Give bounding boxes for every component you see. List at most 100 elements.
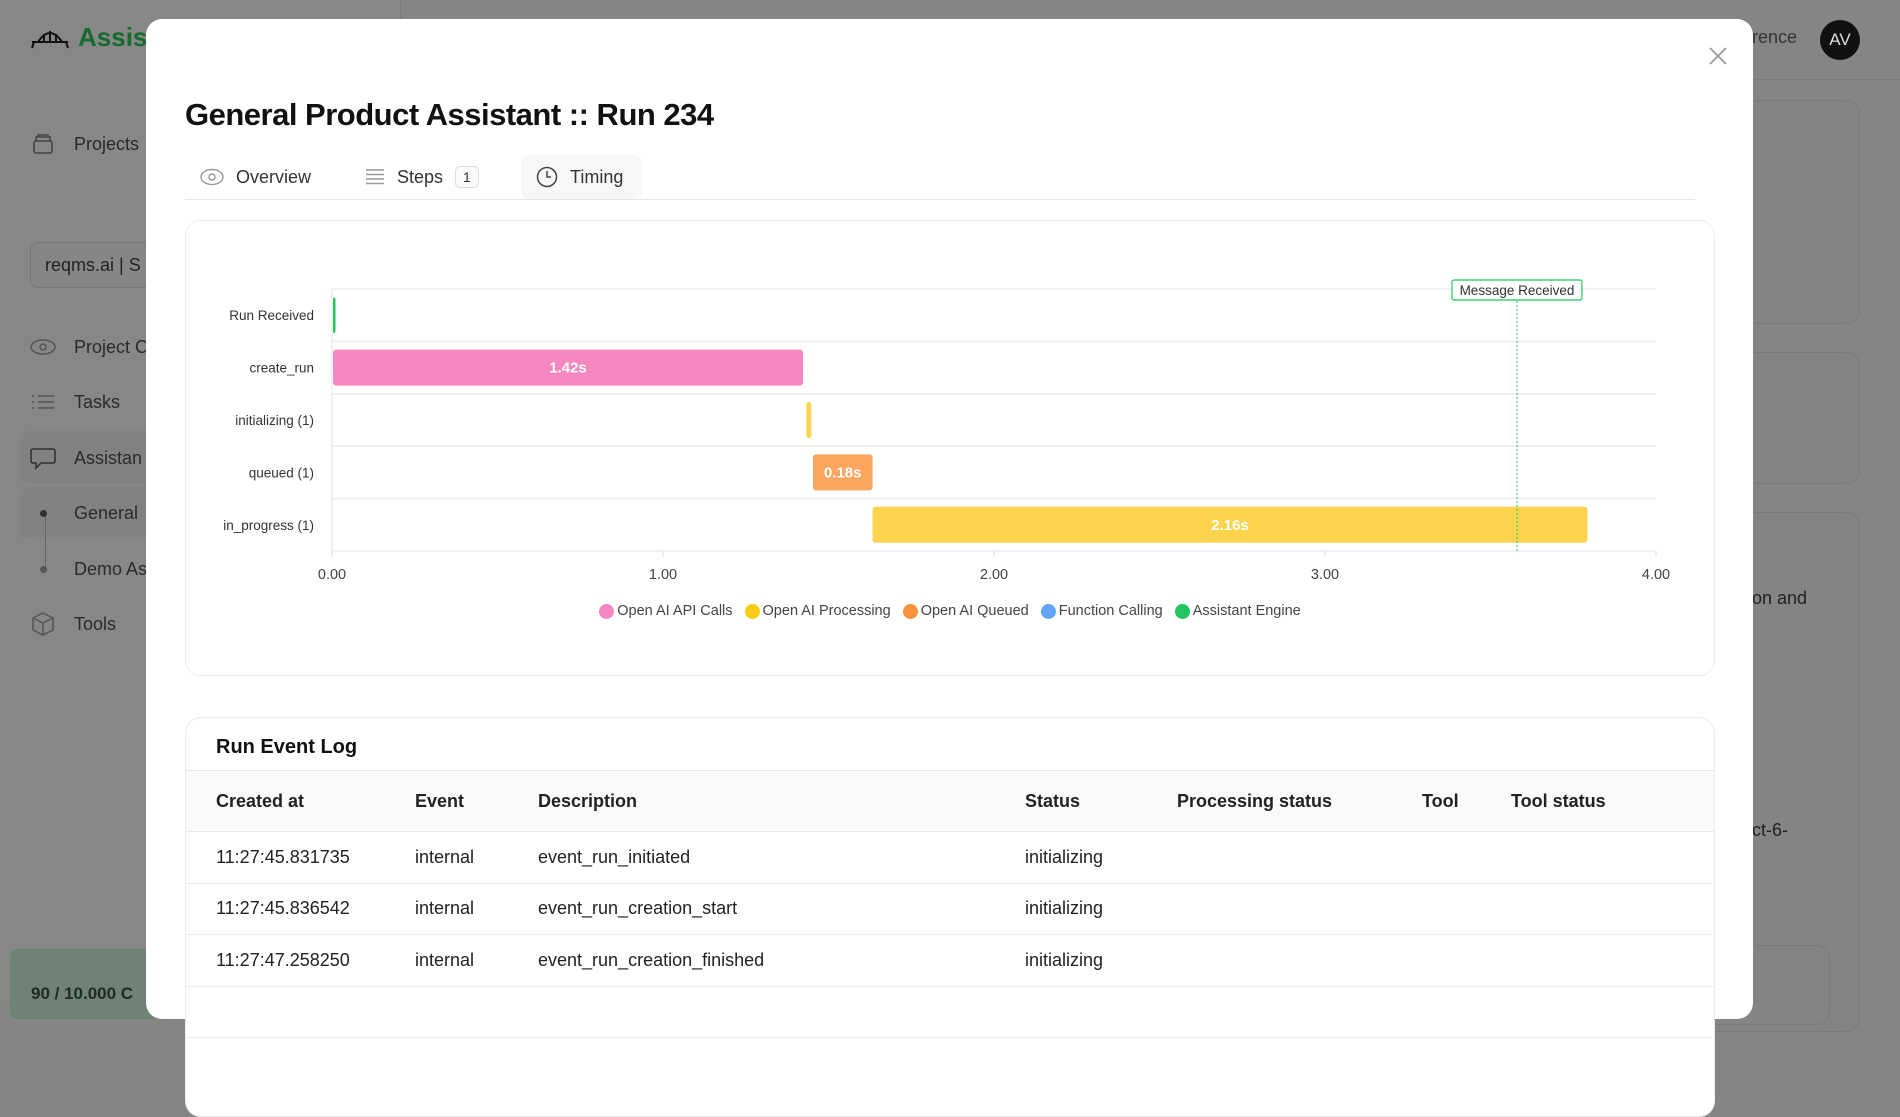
- column-header: Processing status: [1177, 770, 1422, 832]
- bar-label: 1.42s: [549, 360, 587, 377]
- legend-label: Open AI Queued: [920, 603, 1029, 619]
- background-card-text: ct-6-: [1752, 820, 1788, 840]
- table-cell: [415, 986, 538, 1038]
- table-cell: 11:27:45.831735: [186, 831, 415, 884]
- close-icon: [1709, 47, 1727, 65]
- table-row[interactable]: [186, 986, 1714, 1038]
- sidebar-item-label: Projects: [74, 133, 140, 154]
- event-log-title: Run Event Log: [216, 736, 358, 758]
- category-label: Run Received: [229, 308, 314, 323]
- sidebar-item-label: Tasks: [74, 391, 121, 412]
- sidebar-item-tools[interactable]: Tools: [30, 611, 116, 637]
- category-label: in_progress (1): [223, 518, 314, 533]
- table-cell: [1025, 986, 1177, 1038]
- tab-overview[interactable]: Overview: [185, 155, 326, 199]
- x-tick-label: 3.00: [1311, 567, 1339, 583]
- sidebar-item-tasks[interactable]: Tasks: [30, 389, 120, 415]
- tab-label: Steps: [397, 166, 444, 187]
- legend-label: Open AI Processing: [762, 603, 891, 619]
- table-cell: [1511, 934, 1714, 987]
- legend-item[interactable]: Open AI API Calls: [599, 603, 733, 619]
- list-icon: [30, 389, 56, 415]
- tab-timing[interactable]: Timing: [521, 155, 642, 199]
- dot-icon: [30, 556, 56, 582]
- bar-label: 0.18s: [824, 464, 862, 481]
- column-header: Event: [415, 770, 538, 832]
- category-label: queued (1): [249, 465, 314, 480]
- column-header: Description: [538, 770, 1025, 832]
- event-log-table: Created at Event Description Status Processi…: [186, 770, 1714, 1038]
- table-cell: 11:27:45.836542: [186, 883, 415, 935]
- legend-item[interactable]: Function Calling: [1040, 603, 1163, 619]
- table-cell: [1511, 883, 1714, 935]
- topbar-link[interactable]: rence: [1752, 27, 1797, 48]
- background-card-text: on and: [1752, 588, 1808, 608]
- table-cell: event_run_creation_start: [538, 883, 1025, 935]
- modal-title: General Product Assistant :: Run 234: [185, 97, 714, 132]
- table-cell: initializing: [1025, 831, 1177, 884]
- sidebar-item-label: Project C: [74, 336, 149, 357]
- box-icon: [30, 611, 56, 637]
- legend-item[interactable]: Open AI Processing: [744, 603, 891, 619]
- dot-icon: [30, 500, 56, 526]
- bar: [806, 402, 812, 438]
- table-cell: internal: [415, 934, 538, 987]
- sidebar-item-label: Demo As: [74, 558, 148, 579]
- clock-icon: [536, 166, 558, 188]
- sidebar-item-project-overview[interactable]: Project C: [30, 334, 148, 360]
- legend-swatch: [902, 603, 918, 619]
- legend-label: Assistant Engine: [1192, 603, 1301, 619]
- table-row[interactable]: 11:27:45.831735 internal event_run_initiat…: [186, 831, 1714, 884]
- legend-swatch: [1040, 603, 1056, 619]
- table-cell: [1422, 831, 1511, 884]
- list-icon: [366, 169, 384, 185]
- eye-icon: [30, 334, 56, 360]
- tab-label: Timing: [570, 166, 624, 187]
- legend-swatch: [744, 603, 760, 619]
- legend-swatch: [1174, 603, 1190, 619]
- sidebar-item-assistants[interactable]: Assistan: [30, 445, 142, 471]
- logo[interactable]: Assist: [30, 22, 156, 53]
- sidebar-item-projects[interactable]: Projects: [30, 131, 139, 157]
- logo-text: Assist: [78, 22, 157, 52]
- bar-label: 2.16s: [1211, 517, 1249, 534]
- table-cell: [1422, 883, 1511, 935]
- x-tick-label: 2.00: [980, 567, 1008, 583]
- table-row[interactable]: 11:27:47.258250 internal event_run_creatio…: [186, 934, 1714, 987]
- table-cell: event_run_creation_finished: [538, 934, 1025, 987]
- legend-item[interactable]: Open AI Queued: [902, 603, 1029, 619]
- timing-chart-card: Run Received create_run initializing (1) qu…: [185, 220, 1715, 676]
- table-cell: [1511, 986, 1714, 1038]
- table-cell: internal: [415, 883, 538, 935]
- table-cell: [538, 986, 1025, 1038]
- bar: [333, 297, 336, 334]
- column-header: Tool status: [1511, 770, 1714, 832]
- marker-label: Message Received: [1460, 283, 1575, 298]
- sidebar-item-label: Assistan: [74, 447, 143, 468]
- run-event-log: Run Event Log Created at Event Description…: [185, 717, 1715, 1117]
- bridge-logo-icon: [31, 30, 69, 48]
- archive-icon: [30, 131, 56, 157]
- sidebar-item-demo-assistant[interactable]: Demo As: [30, 556, 147, 582]
- table-cell: [1177, 883, 1422, 935]
- sidebar-item-general[interactable]: General: [30, 500, 138, 526]
- message-icon: [30, 445, 56, 471]
- timing-chart: Run Received create_run initializing (1) qu…: [223, 279, 1670, 583]
- table-cell: [1422, 934, 1511, 987]
- table-row[interactable]: 11:27:45.836542 internal event_run_creatio…: [186, 883, 1714, 935]
- table-cell: initializing: [1025, 934, 1177, 987]
- legend-item[interactable]: Assistant Engine: [1174, 603, 1301, 619]
- x-tick-label: 4.00: [1642, 567, 1670, 583]
- category-label: initializing (1): [235, 413, 314, 428]
- close-button[interactable]: [1703, 41, 1733, 71]
- table-cell: event_run_initiated: [538, 831, 1025, 884]
- table-cell: [1422, 986, 1511, 1038]
- table-cell: initializing: [1025, 883, 1177, 935]
- column-header: Status: [1025, 770, 1177, 832]
- tab-bar: Overview Steps 1 Timing: [185, 155, 1695, 200]
- column-header: Created at: [186, 770, 415, 832]
- avatar[interactable]: AV: [1820, 20, 1860, 60]
- column-header: Tool: [1422, 770, 1511, 832]
- tab-steps[interactable]: Steps 1: [350, 155, 494, 199]
- table-cell: [1511, 831, 1714, 884]
